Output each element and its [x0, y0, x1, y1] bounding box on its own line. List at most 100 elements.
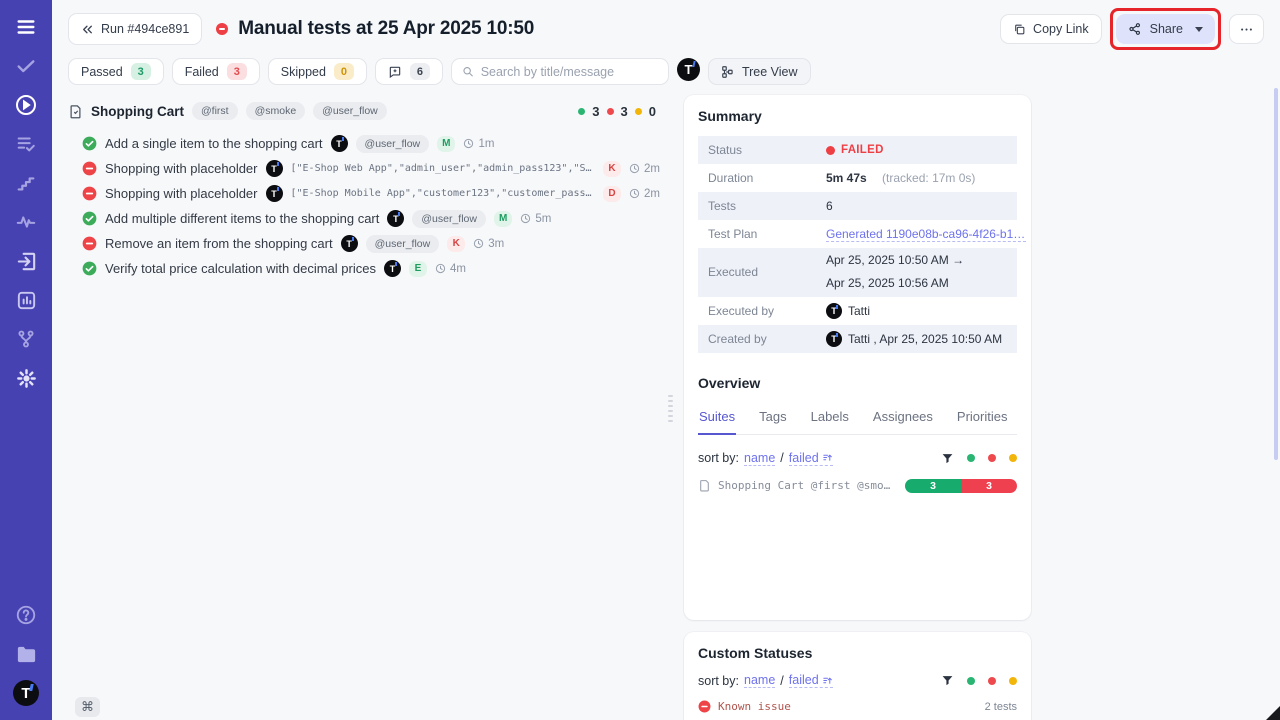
summary-label: Tests — [698, 199, 826, 213]
bar-failed-segment[interactable]: 3 — [961, 479, 1017, 493]
bar-passed-segment[interactable]: 3 — [905, 479, 961, 493]
menu-icon[interactable] — [13, 14, 39, 40]
test-plan-link[interactable]: Generated 1190e08b-ca96-4f26-b10f-d6dc… — [826, 227, 1026, 242]
tab-priorities[interactable]: Priorities — [956, 403, 1009, 434]
clock-icon — [629, 188, 640, 199]
test-title[interactable]: Add a single item to the shopping cart — [105, 136, 323, 151]
label-badge[interactable]: E — [409, 261, 427, 277]
help-icon[interactable] — [13, 602, 39, 628]
suite-tag[interactable]: @first — [192, 102, 238, 120]
custom-status-name[interactable]: Known issue — [718, 700, 791, 713]
assignee-filter-avatar[interactable]: T — [677, 58, 700, 81]
more-actions-button[interactable] — [1229, 14, 1264, 44]
tab-suites[interactable]: Suites — [698, 403, 736, 435]
passed-chip-label: Passed — [81, 65, 123, 79]
passed-dot-icon[interactable] — [967, 454, 975, 462]
share-dropdown-caret-icon[interactable] — [1195, 27, 1203, 32]
filter-skipped-chip[interactable]: Skipped 0 — [268, 58, 367, 85]
back-to-run-button[interactable]: Run #494ce891 — [68, 13, 202, 45]
vertical-scrollbar-thumb[interactable] — [1274, 88, 1278, 460]
label-badge[interactable]: D — [603, 186, 621, 202]
test-tag[interactable]: @user_flow — [412, 210, 486, 228]
skipped-dot-icon[interactable] — [1009, 454, 1017, 462]
test-row[interactable]: Shopping with placeholder T ["E-Shop Web… — [68, 156, 660, 181]
mouse-cursor — [1266, 706, 1280, 720]
tab-labels[interactable]: Labels — [810, 403, 850, 434]
suite-tag[interactable]: @user_flow — [313, 102, 387, 120]
share-button[interactable]: Share — [1116, 14, 1215, 44]
runs-play-icon[interactable] — [13, 92, 39, 118]
test-row[interactable]: Remove an item from the shopping cart T … — [68, 231, 660, 256]
keyboard-shortcuts-button[interactable]: ⌘ — [75, 697, 100, 717]
branches-icon[interactable] — [13, 326, 39, 352]
overview-suite-row[interactable]: Shopping Cart @first @smoke … 3 3 — [698, 479, 1017, 493]
test-plans-icon[interactable] — [13, 131, 39, 157]
test-passed-icon — [82, 211, 97, 226]
test-tag[interactable]: @user_flow — [366, 235, 440, 253]
test-title[interactable]: Verify total price calculation with deci… — [105, 261, 376, 276]
panel-resizer[interactable] — [666, 95, 674, 720]
filter-failed-chip[interactable]: Failed 3 — [172, 58, 260, 85]
comment-plus-icon — [388, 65, 402, 79]
failed-dot-icon[interactable] — [988, 677, 996, 685]
avatar: T — [266, 160, 283, 177]
test-row[interactable]: Add multiple different items to the shop… — [68, 206, 660, 231]
sort-by-name-link[interactable]: name — [744, 451, 775, 466]
custom-statuses-title: Custom Statuses — [698, 645, 1017, 661]
skipped-dot-icon[interactable] — [1009, 677, 1017, 685]
copy-link-button[interactable]: Copy Link — [1000, 14, 1102, 44]
analytics-icon[interactable] — [13, 287, 39, 313]
tests-check-icon[interactable] — [13, 53, 39, 79]
resize-handle-icon[interactable] — [668, 395, 673, 422]
custom-status-row[interactable]: Known issue 2 tests — [698, 700, 1017, 713]
summary-label: Duration — [698, 171, 826, 185]
test-title[interactable]: Shopping with placeholder — [105, 161, 258, 176]
steps-icon[interactable] — [13, 170, 39, 196]
test-row[interactable]: Shopping with placeholder T ["E-Shop Mob… — [68, 181, 660, 206]
passed-dot-icon[interactable] — [967, 677, 975, 685]
suite-tag[interactable]: @smoke — [246, 102, 306, 120]
label-badge[interactable]: K — [603, 161, 621, 177]
import-icon[interactable] — [13, 248, 39, 274]
suite-passed-count: 3 — [592, 104, 599, 119]
filter-passed-chip[interactable]: Passed 3 — [68, 58, 164, 85]
suite-name[interactable]: Shopping Cart — [91, 104, 184, 119]
tab-tags[interactable]: Tags — [758, 403, 787, 434]
settings-gear-icon[interactable] — [13, 365, 39, 391]
tree-view-toggle[interactable]: Tree View — [708, 58, 811, 85]
label-badge[interactable]: M — [437, 136, 455, 152]
search-box[interactable] — [451, 58, 669, 85]
filter-bar: Passed 3 Failed 3 Skipped 0 6 T Tree Vie… — [52, 58, 1280, 94]
top-bar: Run #494ce891 Manual tests at 25 Apr 202… — [52, 0, 1280, 58]
test-passed-icon — [82, 136, 97, 151]
suite-header[interactable]: Shopping Cart @first @smoke @user_flow 3… — [68, 99, 660, 123]
avatar-letter: T — [684, 62, 692, 77]
test-params: ["E-Shop Web App","admin_user","admin_pa… — [291, 163, 596, 174]
main-area: Run #494ce891 Manual tests at 25 Apr 202… — [52, 0, 1280, 720]
pulse-icon[interactable] — [13, 209, 39, 235]
filter-funnel-icon[interactable] — [941, 674, 954, 687]
ellipsis-icon — [1239, 22, 1254, 37]
test-duration: 3m — [473, 238, 504, 250]
projects-folder-icon[interactable] — [13, 641, 39, 667]
sort-by-failed-link[interactable]: failed — [789, 673, 833, 688]
sort-by-failed-link[interactable]: failed — [789, 451, 833, 466]
test-title[interactable]: Shopping with placeholder — [105, 186, 258, 201]
overview-suite-name[interactable]: Shopping Cart @first @smoke … — [718, 479, 893, 492]
label-badge[interactable]: K — [447, 236, 465, 252]
filter-funnel-icon[interactable] — [941, 452, 954, 465]
app-logo[interactable]: T — [13, 680, 39, 706]
pass-fail-bar[interactable]: 3 3 — [905, 479, 1017, 493]
test-title[interactable]: Add multiple different items to the shop… — [105, 211, 379, 226]
test-row[interactable]: Verify total price calculation with deci… — [68, 256, 660, 281]
test-tag[interactable]: @user_flow — [356, 135, 430, 153]
test-row[interactable]: Add a single item to the shopping cart T… — [68, 131, 660, 156]
tab-assignees[interactable]: Assignees — [872, 403, 934, 434]
search-icon — [462, 65, 474, 78]
comments-filter-button[interactable]: 6 — [375, 58, 443, 85]
sort-by-name-link[interactable]: name — [744, 673, 775, 688]
search-input[interactable] — [481, 65, 658, 79]
test-title[interactable]: Remove an item from the shopping cart — [105, 236, 333, 251]
label-badge[interactable]: M — [494, 211, 512, 227]
failed-dot-icon[interactable] — [988, 454, 996, 462]
